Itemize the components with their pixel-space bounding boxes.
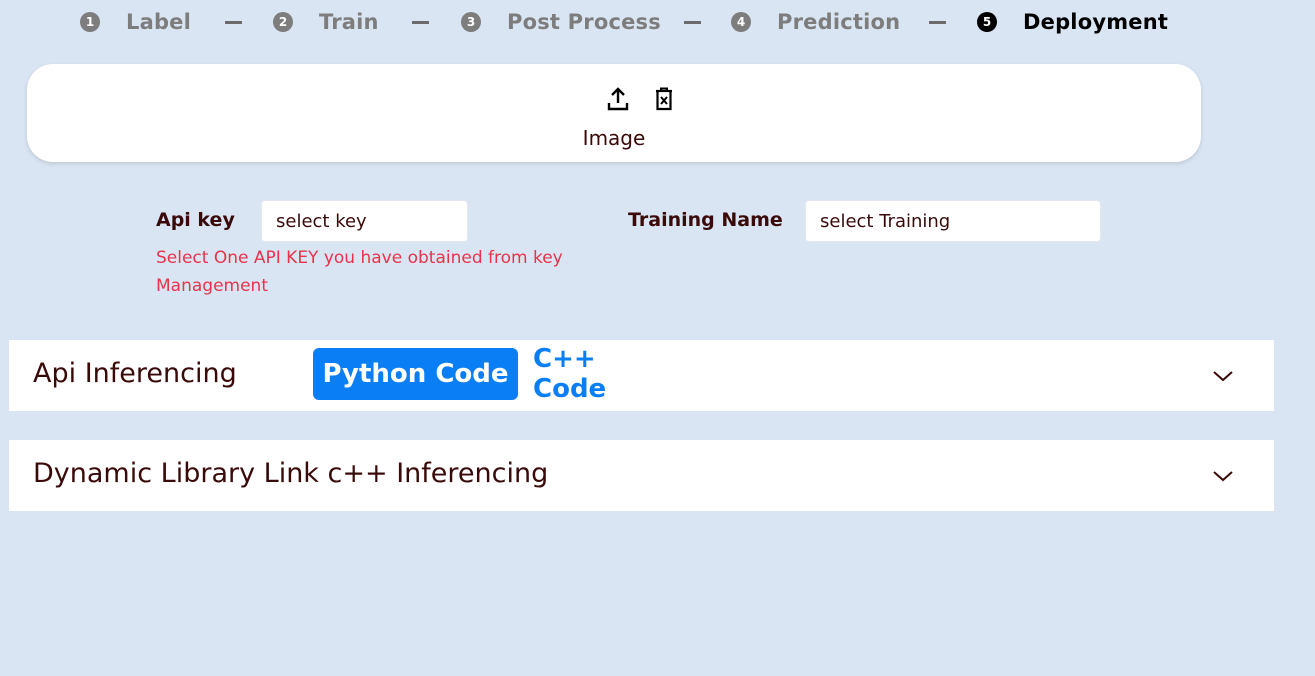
api-key-select-value: select key [276, 210, 367, 232]
api-key-help-text: Select One API KEY you have obtained fro… [156, 248, 563, 296]
step-separator [412, 21, 429, 24]
step-number: 5 [977, 12, 997, 32]
training-name-select-value: select Training [820, 210, 951, 232]
step-title: Prediction [777, 10, 901, 34]
step-prediction[interactable]: 4 Prediction [731, 8, 900, 36]
step-train[interactable]: 2 Train [273, 8, 379, 36]
chevron-down-icon[interactable] [1212, 369, 1234, 383]
step-post-process[interactable]: 3 Post Process [461, 8, 661, 36]
step-title: Post Process [507, 10, 661, 34]
image-upload-card: Image [27, 64, 1201, 162]
training-name-select[interactable]: select Training [805, 200, 1101, 242]
accordion-api-inferencing[interactable]: Api Inferencing Python Code C++ Code [9, 340, 1274, 411]
step-title: Label [126, 10, 192, 34]
step-number: 3 [461, 12, 481, 32]
accordion-title: Api Inferencing [33, 358, 237, 389]
cpp-code-tab[interactable]: C++ Code [533, 344, 668, 404]
accordion-dynamic-library[interactable]: Dynamic Library Link c++ Inferencing [9, 440, 1274, 511]
chevron-down-icon[interactable] [1212, 469, 1234, 483]
step-title: Train [319, 10, 379, 34]
step-number: 1 [80, 12, 100, 32]
step-title: Deployment [1023, 10, 1169, 34]
step-separator [684, 21, 701, 24]
step-separator [929, 21, 946, 24]
accordion-title: Dynamic Library Link c++ Inferencing [33, 458, 549, 489]
training-name-label: Training Name [628, 209, 783, 231]
step-number: 2 [273, 12, 293, 32]
step-label[interactable]: 1 Label [80, 8, 191, 36]
api-key-select[interactable]: select key [261, 200, 468, 242]
image-label: Image [582, 126, 646, 150]
api-key-label: Api key [156, 209, 235, 231]
step-separator [225, 21, 242, 24]
delete-icon[interactable] [653, 86, 675, 112]
step-deployment[interactable]: 5 Deployment [977, 8, 1168, 36]
step-number: 4 [731, 12, 751, 32]
stepper: 1 Label 2 Train 3 Post Process 4 Predict… [0, 8, 1315, 36]
upload-icon[interactable] [606, 86, 630, 112]
python-code-tab[interactable]: Python Code [313, 348, 518, 400]
